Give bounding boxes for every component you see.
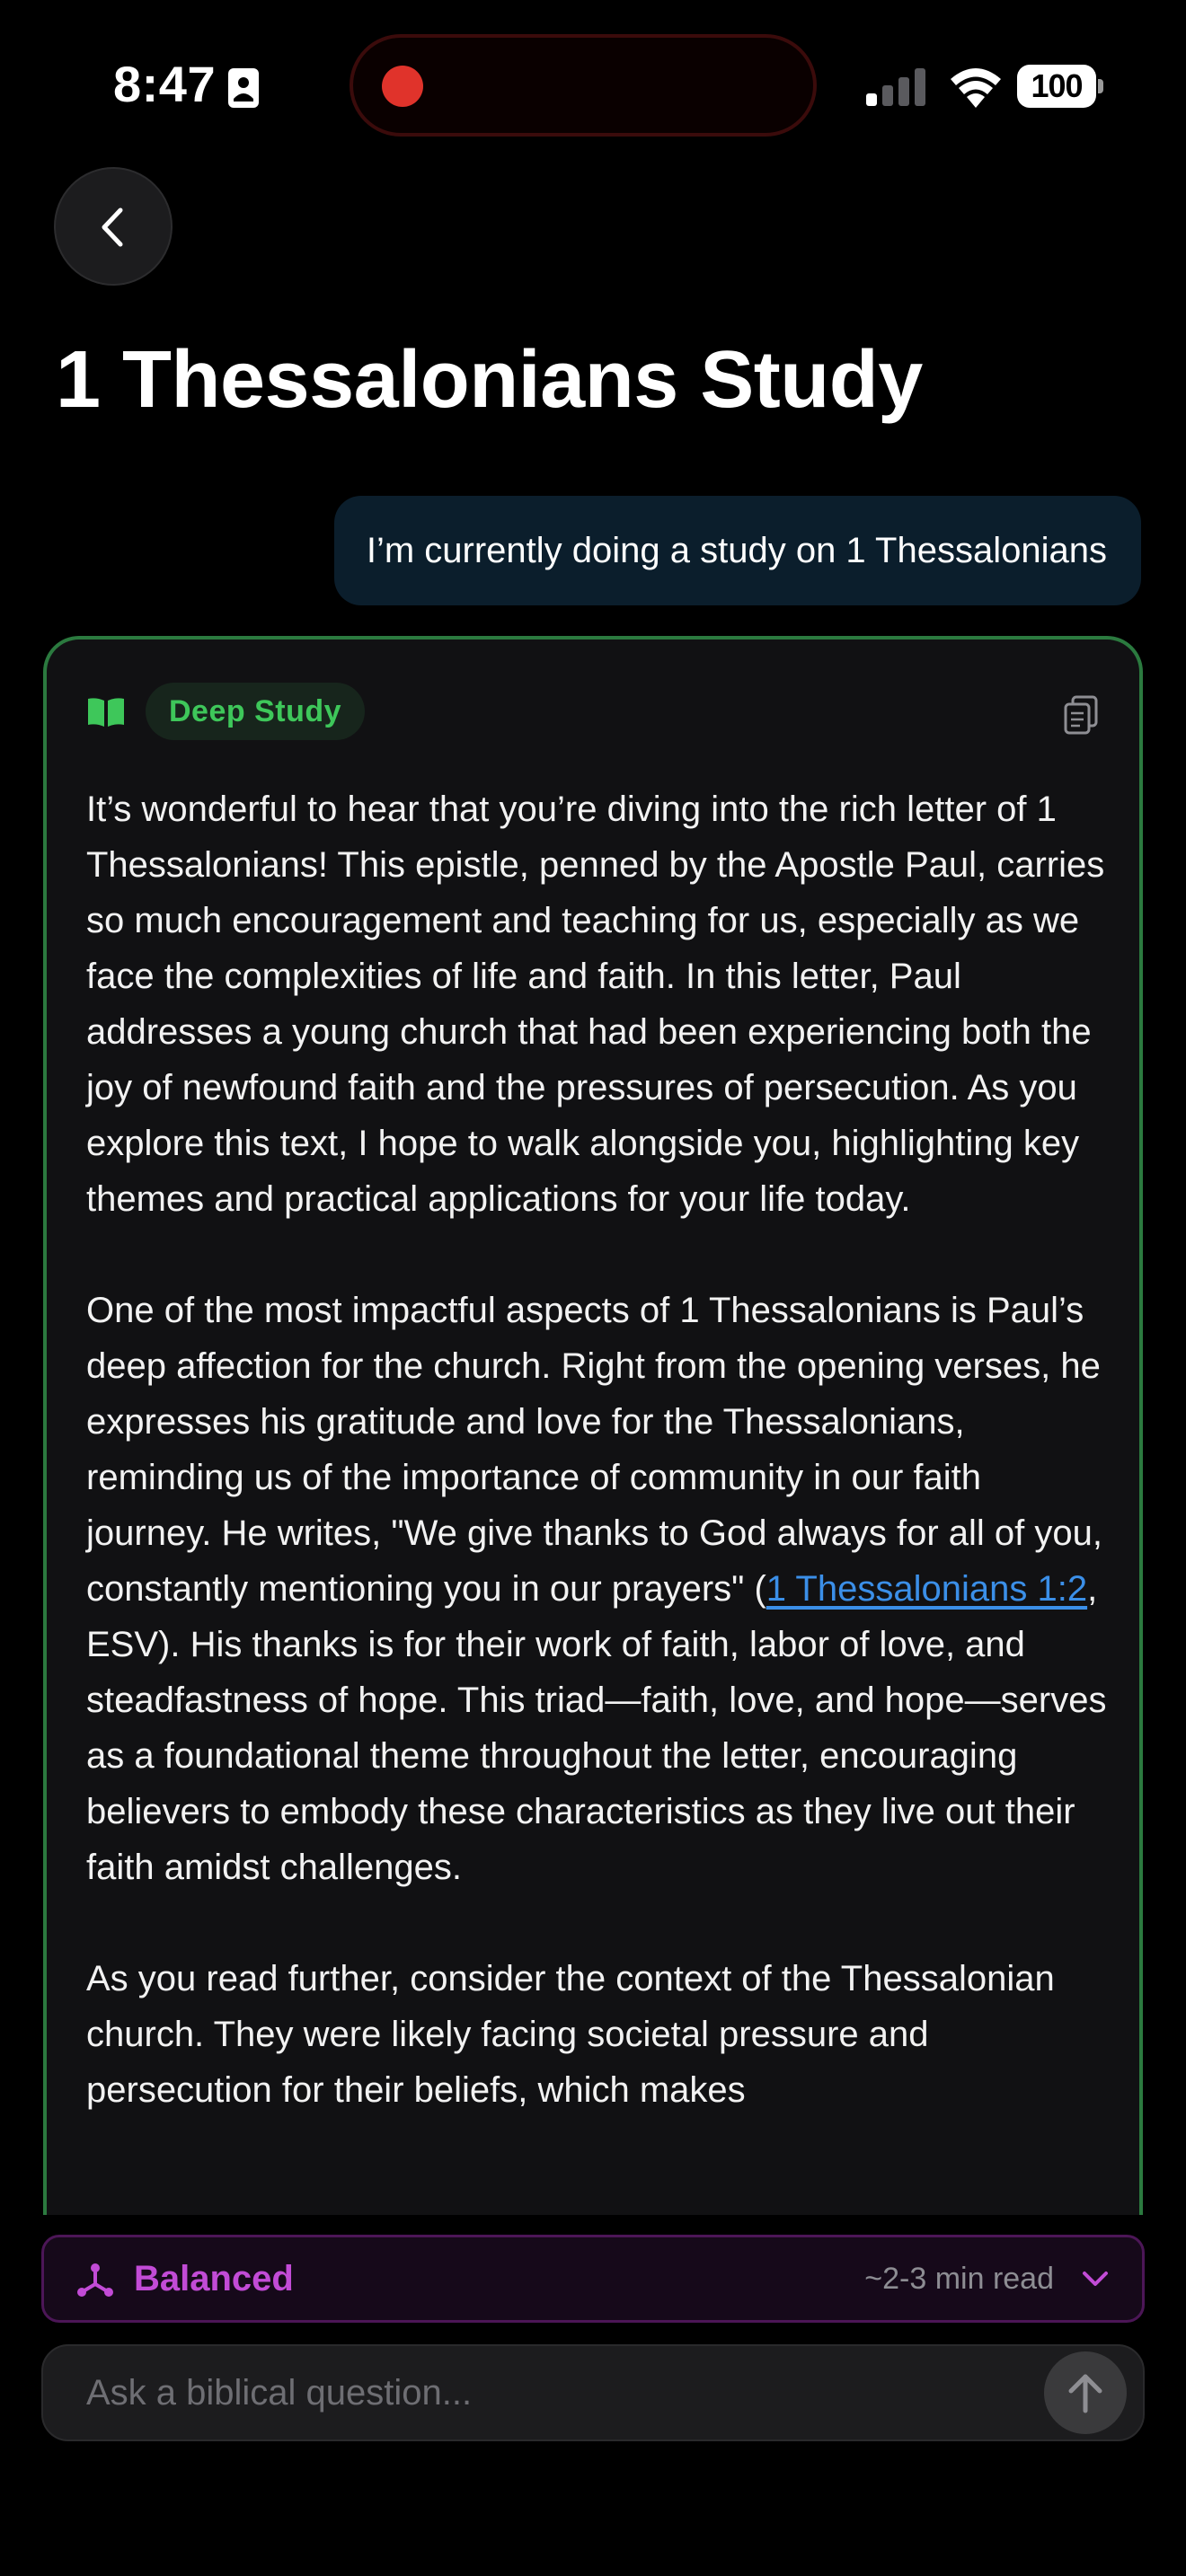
verse-link[interactable]: 1 Thessalonians 1:2 bbox=[766, 1569, 1087, 1609]
dynamic-island bbox=[350, 34, 817, 137]
status-bar: 8:47 100 bbox=[0, 0, 1186, 171]
balanced-mode-icon bbox=[77, 2263, 113, 2297]
battery-level: 100 bbox=[1017, 65, 1096, 108]
recording-indicator-icon bbox=[382, 66, 423, 107]
chevron-left-icon bbox=[102, 207, 123, 247]
assistant-response-card: Deep Study It’s wonderful to hear that y… bbox=[43, 636, 1143, 2244]
response-mode-selector[interactable]: Balanced ~2-3 min read bbox=[41, 2235, 1145, 2323]
ask-bar bbox=[41, 2344, 1145, 2441]
contact-card-icon bbox=[228, 68, 259, 108]
arrow-up-icon bbox=[1068, 2374, 1102, 2413]
response-paragraph: One of the most impactful aspects of 1 T… bbox=[86, 1283, 1111, 1895]
chevron-down-icon bbox=[1083, 2272, 1108, 2286]
paragraph-text: One of the most impactful aspects of 1 T… bbox=[86, 1291, 1102, 1609]
wifi-icon bbox=[951, 68, 1001, 108]
back-button[interactable] bbox=[54, 167, 173, 286]
response-text: It’s wonderful to hear that you’re divin… bbox=[86, 781, 1111, 2174]
paragraph-text: , ESV). His thanks is for their work of … bbox=[86, 1569, 1107, 1887]
send-button[interactable] bbox=[1044, 2351, 1127, 2434]
question-input[interactable] bbox=[86, 2346, 985, 2439]
response-paragraph: As you read further, consider the contex… bbox=[86, 1959, 1055, 2110]
read-time: ~2-3 min read bbox=[864, 2262, 1054, 2296]
page-title: 1 Thessalonians Study bbox=[56, 335, 923, 425]
user-message-bubble: I’m currently doing a study on 1 Thessal… bbox=[333, 496, 1141, 605]
cellular-signal-icon bbox=[866, 68, 925, 106]
open-book-icon bbox=[88, 698, 124, 727]
deep-study-badge: Deep Study bbox=[146, 683, 366, 740]
mode-label: Balanced bbox=[134, 2259, 294, 2298]
battery-indicator: 100 bbox=[1017, 65, 1103, 108]
response-paragraph: It’s wonderful to hear that you’re divin… bbox=[86, 790, 1105, 1219]
status-time: 8:47 bbox=[113, 56, 217, 112]
battery-cap bbox=[1098, 79, 1103, 93]
composer-area: Balanced ~2-3 min read bbox=[0, 2215, 1186, 2576]
copy-icon[interactable] bbox=[1064, 695, 1098, 735]
